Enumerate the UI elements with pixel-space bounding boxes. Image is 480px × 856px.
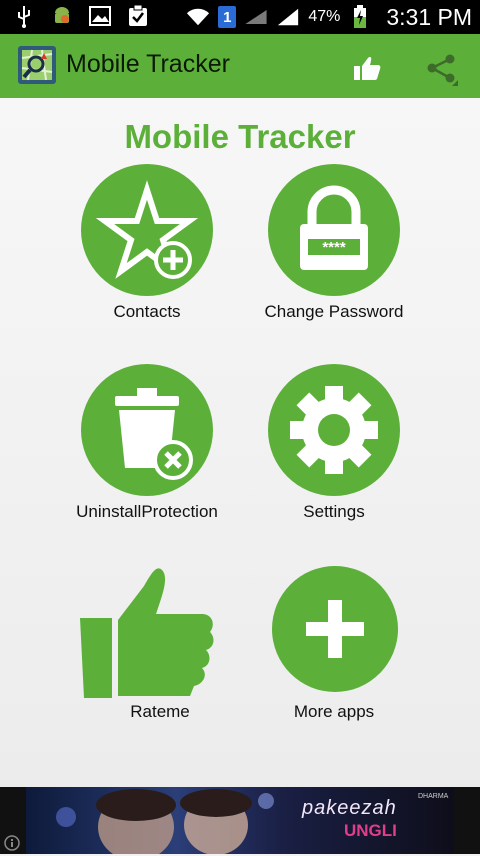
clipboard-icon [126,4,150,28]
more-apps-button[interactable]: More apps [244,566,424,736]
status-left-icons [12,4,150,28]
gear-icon [290,386,378,474]
app-title: Mobile Tracker [66,50,230,78]
battery-percent: 47% [308,8,341,25]
info-icon[interactable] [4,835,20,851]
settings-circle [268,364,400,496]
image-icon [88,4,112,28]
notification-count-badge: 1 [218,6,237,28]
uninstall-protection-circle [81,364,213,496]
page-title: Mobile Tracker [124,118,356,155]
usb-icon [12,4,36,28]
android-icon [50,4,74,28]
uninstall-protection-button[interactable]: UninstallProtection [57,364,237,534]
settings-label: Settings [303,502,365,521]
change-password-label: Change Password [264,302,404,321]
status-time: 3:31 PM [386,3,472,30]
settings-button[interactable]: Settings [244,364,424,534]
status-bar: 1 47% 3:31 PM [0,0,480,34]
ad-brand: DHARMA [418,793,449,800]
ad-banner[interactable]: pakeezah UNGLI DHARMA [0,787,480,854]
more-apps-label: More apps [293,702,375,721]
change-password-circle: **** [268,164,400,296]
ad-creative[interactable]: pakeezah UNGLI DHARMA [26,787,454,854]
app-bar: Mobile Tracker [0,34,480,98]
password-mask: **** [322,239,346,256]
trash-delete-icon [115,388,193,480]
plus-icon [306,600,364,658]
app-logo-icon [16,44,58,86]
signal-strength-icon [276,5,300,29]
status-right-icons: 1 47% 3:31 PM [186,0,472,34]
ad-title: pakeezah [302,797,397,819]
star-plus-icon [95,180,199,279]
ad-subtitle: UNGLI [344,821,397,840]
thumbs-up-icon [80,568,214,698]
change-password-button[interactable]: **** Change Password [244,164,424,334]
battery-charging-icon [348,5,372,29]
thumbs-up-icon[interactable] [352,54,382,82]
contacts-button[interactable]: Contacts [57,164,237,334]
more-apps-circle [272,566,398,692]
lock-icon: **** [300,185,368,270]
contacts-circle [81,164,213,296]
wifi-icon [186,5,210,29]
rateme-button[interactable]: Rateme [70,562,250,732]
share-icon[interactable] [424,52,458,86]
signal-icon [244,5,268,29]
